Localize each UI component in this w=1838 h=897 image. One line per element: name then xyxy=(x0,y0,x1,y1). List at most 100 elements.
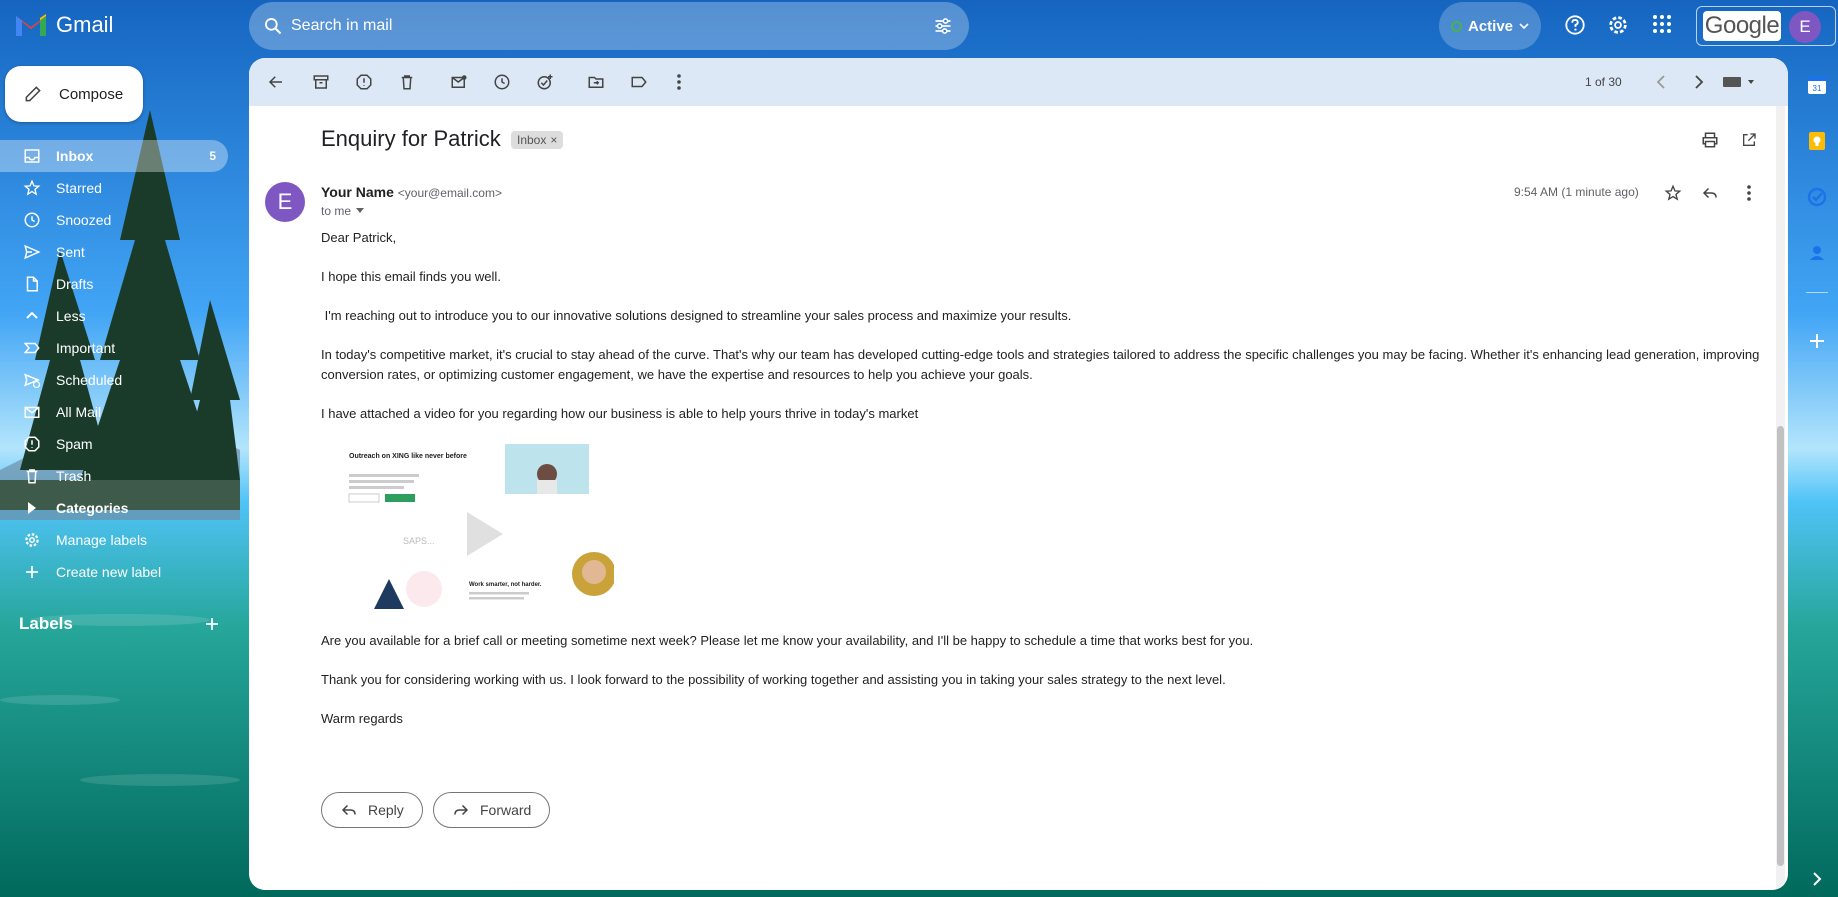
sender-email: <your@email.com> xyxy=(397,186,502,200)
sidebar-item-categories[interactable]: Categories xyxy=(0,492,228,524)
sidebar-item-spam[interactable]: Spam xyxy=(0,428,228,460)
message-more-icon[interactable] xyxy=(1739,183,1759,203)
status-active-button[interactable]: Active xyxy=(1439,2,1541,50)
sidebar: Compose Inbox 5 Starred Snoozed Sent Dra… xyxy=(0,52,240,897)
compose-button[interactable]: Compose xyxy=(5,66,143,122)
help-icon[interactable] xyxy=(1564,14,1586,36)
send-icon xyxy=(22,242,42,262)
print-icon[interactable] xyxy=(1700,130,1720,150)
reply-arrow-icon[interactable] xyxy=(1700,183,1720,203)
sidebar-item-label: Drafts xyxy=(56,276,94,292)
scrollbar-thumb[interactable] xyxy=(1777,426,1784,866)
sidebar-item-trash[interactable]: Trash xyxy=(0,460,228,492)
sidebar-item-scheduled[interactable]: Scheduled xyxy=(0,364,228,396)
search-options-icon[interactable] xyxy=(933,16,953,36)
email-paragraph-2: I'm reaching out to introduce you to our… xyxy=(321,308,1072,323)
clock-icon xyxy=(22,210,42,230)
sidebar-item-less[interactable]: Less xyxy=(0,300,228,332)
video-thumbnail[interactable]: Outreach on XING like never before SAPS.… xyxy=(329,444,614,614)
trash-icon xyxy=(22,466,42,486)
video-preview-graphic: Outreach on XING like never before SAPS.… xyxy=(329,444,614,614)
forward-button[interactable]: Forward xyxy=(433,792,551,828)
reply-label: Reply xyxy=(368,802,404,818)
sender-line: Your Name <your@email.com> xyxy=(321,184,502,200)
email-paragraph-4: I have attached a video for you regardin… xyxy=(321,406,919,421)
calendar-icon[interactable]: 31 xyxy=(1806,74,1828,96)
tasks-icon[interactable] xyxy=(1806,186,1828,208)
reply-button[interactable]: Reply xyxy=(321,792,423,828)
sender-avatar[interactable]: E xyxy=(265,182,305,222)
svg-text:SAPS...: SAPS... xyxy=(403,536,435,546)
expand-panel-chevron-icon[interactable] xyxy=(1806,868,1828,890)
sidebar-item-label: Create new label xyxy=(56,564,162,580)
sidebar-item-starred[interactable]: Starred xyxy=(0,172,228,204)
star-outline-icon[interactable] xyxy=(1663,183,1683,203)
sidebar-item-label: Important xyxy=(56,340,116,356)
report-spam-icon[interactable] xyxy=(354,72,374,92)
add-label-plus-icon[interactable] xyxy=(205,617,219,631)
caret-down-icon[interactable] xyxy=(355,207,365,215)
top-bar: Gmail Active xyxy=(0,0,1838,52)
chip-close-icon[interactable]: × xyxy=(550,131,557,149)
mark-unread-icon[interactable] xyxy=(449,72,469,92)
recipient-label: to me xyxy=(321,204,352,218)
older-chevron-left-icon[interactable] xyxy=(1651,72,1671,92)
email-paragraph-5: Are you available for a brief call or me… xyxy=(321,633,1254,648)
keep-icon[interactable] xyxy=(1806,130,1828,152)
email-paragraph-1: I hope this email finds you well. xyxy=(321,269,501,284)
gmail-logo[interactable]: Gmail xyxy=(14,12,113,38)
sidebar-item-label: Starred xyxy=(56,180,102,196)
email-greeting: Dear Patrick, xyxy=(321,230,397,245)
back-arrow-icon[interactable] xyxy=(266,72,286,92)
gmail-m-icon xyxy=(16,14,46,36)
sidebar-item-manage-labels[interactable]: Manage labels xyxy=(0,524,228,556)
email-paragraph-6: Thank you for considering working with u… xyxy=(321,672,1226,687)
label-icon[interactable] xyxy=(629,72,649,92)
sidebar-item-label: Sent xyxy=(56,244,85,260)
sidebar-item-label: Spam xyxy=(56,436,93,452)
sender-name[interactable]: Your Name xyxy=(321,184,394,200)
chevron-up-icon xyxy=(22,306,42,326)
scheduled-icon xyxy=(22,370,42,390)
recipient-line[interactable]: to me xyxy=(321,204,365,218)
rail-divider xyxy=(1806,292,1828,293)
sidebar-item-snoozed[interactable]: Snoozed xyxy=(0,204,228,236)
archive-icon[interactable] xyxy=(311,72,331,92)
move-to-icon[interactable] xyxy=(586,72,606,92)
inbox-label-chip[interactable]: Inbox × xyxy=(511,131,564,149)
contacts-icon[interactable] xyxy=(1806,242,1828,264)
search-icon[interactable] xyxy=(263,16,283,36)
more-vertical-icon[interactable] xyxy=(669,72,689,92)
sidebar-nav: Inbox 5 Starred Snoozed Sent Drafts Less… xyxy=(0,140,240,588)
apps-grid-icon[interactable] xyxy=(1652,14,1672,34)
unread-count-badge: 5 xyxy=(209,149,216,163)
open-new-window-icon[interactable] xyxy=(1739,130,1759,150)
status-dot-icon xyxy=(1450,20,1462,32)
important-icon xyxy=(22,338,42,358)
newer-chevron-right-icon[interactable] xyxy=(1689,72,1709,92)
all-mail-icon xyxy=(22,402,42,422)
delete-icon[interactable] xyxy=(397,72,417,92)
search-bar[interactable] xyxy=(249,2,969,50)
sidebar-item-all-mail[interactable]: All Mail xyxy=(0,396,228,428)
keyboard-input-icon[interactable] xyxy=(1719,72,1759,92)
sidebar-item-create-label[interactable]: Create new label xyxy=(0,556,228,588)
sidebar-item-inbox[interactable]: Inbox 5 xyxy=(0,140,228,172)
add-task-icon[interactable] xyxy=(535,72,555,92)
sidebar-item-label: Inbox xyxy=(56,148,94,164)
google-account-switcher[interactable]: Google E xyxy=(1696,6,1836,46)
sidebar-item-sent[interactable]: Sent xyxy=(0,236,228,268)
snooze-icon[interactable] xyxy=(492,72,512,92)
inbox-icon xyxy=(22,146,42,166)
settings-gear-icon[interactable] xyxy=(1607,14,1629,36)
sidebar-item-important[interactable]: Important xyxy=(0,332,228,364)
sidebar-item-drafts[interactable]: Drafts xyxy=(0,268,228,300)
add-addon-plus-icon[interactable] xyxy=(1806,330,1828,352)
search-input[interactable] xyxy=(291,11,891,41)
account-avatar[interactable]: E xyxy=(1789,11,1821,43)
email-signoff: Warm regards xyxy=(321,711,403,726)
status-label: Active xyxy=(1467,17,1514,35)
labels-section-header: Labels xyxy=(19,614,219,634)
google-wordmark: Google xyxy=(1703,11,1781,41)
vertical-scrollbar[interactable] xyxy=(1776,106,1785,890)
